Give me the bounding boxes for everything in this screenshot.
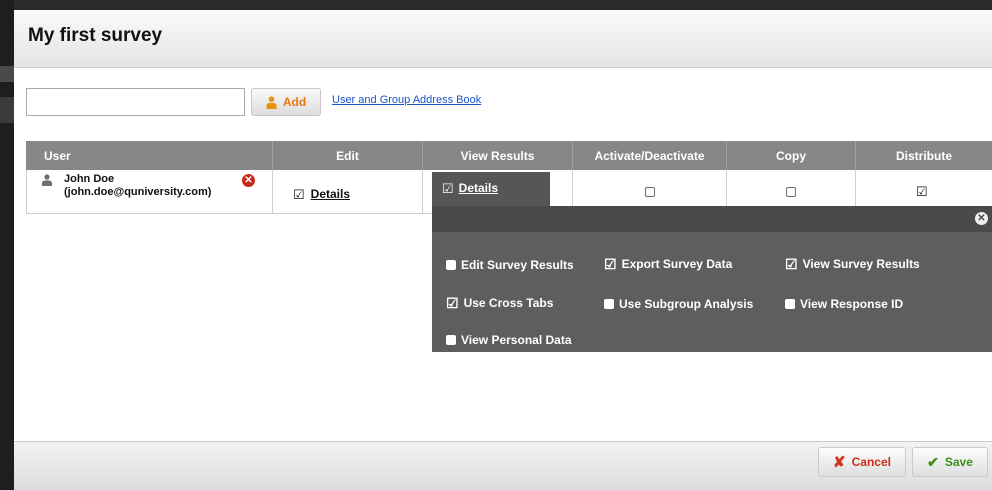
edit-checkbox[interactable]: ☑ [293, 188, 305, 201]
survey-permissions-dialog: My first survey Add User and Group Addre… [14, 10, 992, 490]
view-results-details-tab[interactable]: ☑ Details [432, 172, 550, 206]
add-user-button[interactable]: Add [251, 88, 321, 116]
save-button[interactable]: ✔ Save [912, 447, 988, 477]
permission-checkbox[interactable]: ☑ [785, 257, 798, 271]
user-email: (john.doe@quniversity.com) [64, 186, 212, 198]
remove-user-icon[interactable]: ✕ [242, 174, 255, 187]
edit-permission: ☑ Details [293, 187, 350, 201]
edit-details-link[interactable]: Details [311, 187, 350, 201]
column-header-edit: Edit [273, 141, 423, 170]
permission-export-survey-data[interactable]: ☑ Export Survey Data [604, 257, 732, 271]
user-name: John Doe [64, 173, 115, 185]
permission-checkbox[interactable] [604, 299, 614, 309]
distribute-checkbox[interactable]: ☑ [916, 185, 928, 198]
permission-use-subgroup-analysis[interactable]: Use Subgroup Analysis [604, 297, 753, 311]
user-icon [42, 174, 52, 186]
permission-checkbox[interactable] [446, 335, 456, 345]
add-label: Add [282, 95, 307, 109]
column-header-copy: Copy [727, 141, 856, 170]
activate-checkbox[interactable] [645, 187, 655, 197]
add-user-icon [266, 95, 277, 109]
copy-checkbox[interactable] [786, 187, 796, 197]
column-header-user: User [26, 141, 273, 170]
permission-edit-survey-results[interactable]: Edit Survey Results [446, 258, 574, 272]
view-results-checkbox[interactable]: ☑ [442, 182, 454, 195]
dialog-titlebar: My first survey [14, 10, 992, 68]
column-header-distribute: Distribute [856, 141, 992, 170]
permission-view-survey-results[interactable]: ☑ View Survey Results [785, 257, 920, 271]
close-icon[interactable]: ✕ [975, 212, 988, 225]
background-fragment [0, 97, 14, 123]
popup-header [432, 206, 992, 232]
permission-checkbox[interactable]: ☑ [604, 257, 617, 271]
view-results-permissions-popup: ✕ Edit Survey Results ☑ Export Survey Da… [432, 206, 992, 352]
cancel-button[interactable]: ✘ Cancel [818, 447, 906, 477]
column-header-view-results: View Results [423, 141, 573, 170]
permission-use-cross-tabs[interactable]: ☑ Use Cross Tabs [446, 296, 553, 310]
view-results-details-link[interactable]: Details [459, 181, 498, 195]
address-book-link[interactable]: User and Group Address Book [332, 94, 481, 106]
background-fragment [0, 66, 14, 82]
save-check-icon: ✔ [927, 453, 939, 470]
permission-view-personal-data[interactable]: View Personal Data [446, 333, 572, 347]
cancel-icon: ✘ [833, 454, 846, 471]
permission-checkbox[interactable] [446, 260, 456, 270]
permission-checkbox[interactable]: ☑ [446, 296, 459, 310]
user-entry: John Doe (john.doe@quniversity.com) [64, 173, 211, 199]
dialog-title: My first survey [28, 25, 163, 46]
permission-checkbox[interactable] [785, 299, 795, 309]
column-header-activate: Activate/Deactivate [573, 141, 727, 170]
permission-view-response-id[interactable]: View Response ID [785, 297, 903, 311]
user-search-input[interactable] [26, 88, 245, 116]
